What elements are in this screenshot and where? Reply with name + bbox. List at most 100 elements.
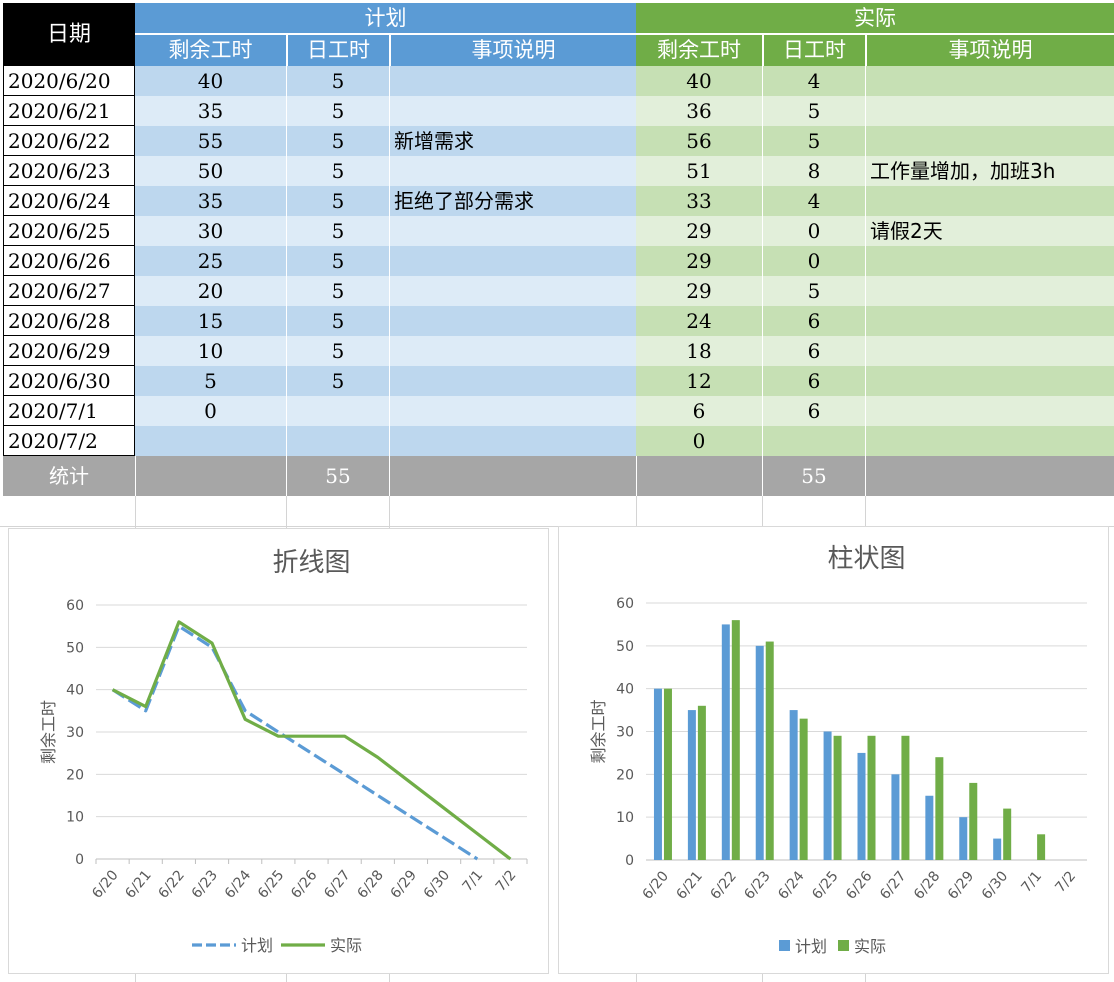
plan-remaining-cell[interactable]: 15 [135, 306, 286, 336]
actual-note-cell[interactable] [865, 336, 1114, 366]
actual-remaining-cell[interactable]: 6 [636, 396, 762, 426]
plan-daily-cell[interactable]: 5 [286, 276, 389, 306]
plan-daily-cell[interactable]: 5 [286, 186, 389, 216]
actual-remaining-cell[interactable]: 12 [636, 366, 762, 396]
actual-note-cell[interactable] [865, 186, 1114, 216]
actual-subheader-2[interactable]: 事项说明 [865, 33, 1114, 66]
plan-daily-cell[interactable] [286, 396, 389, 426]
actual-remaining-cell[interactable]: 18 [636, 336, 762, 366]
plan-daily-cell[interactable]: 5 [286, 126, 389, 156]
plan-remaining-cell[interactable]: 20 [135, 276, 286, 306]
actual-note-cell[interactable] [865, 426, 1114, 456]
plan-total-cell[interactable]: 55 [286, 456, 389, 496]
actual-remaining-cell[interactable]: 40 [636, 66, 762, 96]
actual-daily-cell[interactable]: 0 [762, 246, 865, 276]
plan-note-cell[interactable] [389, 156, 636, 186]
date-cell[interactable]: 2020/6/23 [3, 156, 135, 186]
actual-daily-cell[interactable]: 5 [762, 96, 865, 126]
plan-note-cell[interactable] [389, 66, 636, 96]
actual-subheader-1[interactable]: 日工时 [762, 33, 865, 66]
actual-note-cell[interactable] [865, 126, 1114, 156]
plan-note-cell[interactable] [389, 336, 636, 366]
plan-remaining-cell[interactable]: 50 [135, 156, 286, 186]
total-label-cell[interactable]: 统计 [3, 456, 135, 496]
plan-subheader-1[interactable]: 日工时 [286, 33, 389, 66]
actual-subheader-0[interactable]: 剩余工时 [636, 33, 762, 66]
actual-note-cell[interactable]: 工作量增加，加班3h [865, 156, 1114, 186]
actual-daily-cell[interactable]: 6 [762, 366, 865, 396]
actual-note-cell[interactable] [865, 306, 1114, 336]
actual-daily-cell[interactable]: 6 [762, 306, 865, 336]
actual-remaining-cell[interactable]: 29 [636, 216, 762, 246]
plan-daily-cell[interactable]: 5 [286, 96, 389, 126]
date-cell[interactable]: 2020/6/25 [3, 216, 135, 246]
actual-note-cell[interactable]: 请假2天 [865, 216, 1114, 246]
actual-note-cell[interactable] [865, 246, 1114, 276]
bar-chart[interactable]: 柱状图 0 10 20 30 40 50 60 剩余工时 6/20 6/21 6/22 6/23 6/24… [558, 526, 1109, 974]
plan-note-cell[interactable] [389, 276, 636, 306]
plan-note-cell[interactable] [389, 246, 636, 276]
plan-daily-cell[interactable] [286, 426, 389, 456]
total-empty-cell[interactable] [135, 456, 286, 496]
plan-subheader-2[interactable]: 事项说明 [389, 33, 636, 66]
plan-group-header[interactable]: 计划 [135, 3, 636, 33]
actual-daily-cell[interactable]: 4 [762, 66, 865, 96]
plan-remaining-cell[interactable]: 35 [135, 96, 286, 126]
date-cell[interactable]: 2020/7/1 [3, 396, 135, 426]
total-empty-cell[interactable] [389, 456, 636, 496]
plan-daily-cell[interactable]: 5 [286, 66, 389, 96]
plan-remaining-cell[interactable]: 40 [135, 66, 286, 96]
plan-daily-cell[interactable]: 5 [286, 306, 389, 336]
actual-note-cell[interactable] [865, 66, 1114, 96]
plan-remaining-cell[interactable]: 10 [135, 336, 286, 366]
plan-remaining-cell[interactable]: 5 [135, 366, 286, 396]
date-header-cell[interactable]: 日期 [3, 3, 135, 66]
actual-daily-cell[interactable]: 6 [762, 396, 865, 426]
date-cell[interactable]: 2020/6/20 [3, 66, 135, 96]
actual-group-header[interactable]: 实际 [636, 3, 1114, 33]
plan-note-cell[interactable] [389, 366, 636, 396]
date-cell[interactable]: 2020/6/28 [3, 306, 135, 336]
plan-remaining-cell[interactable] [135, 426, 286, 456]
plan-remaining-cell[interactable]: 55 [135, 126, 286, 156]
plan-daily-cell[interactable]: 5 [286, 216, 389, 246]
actual-remaining-cell[interactable]: 24 [636, 306, 762, 336]
plan-note-cell[interactable]: 新增需求 [389, 126, 636, 156]
plan-daily-cell[interactable]: 5 [286, 366, 389, 396]
actual-remaining-cell[interactable]: 51 [636, 156, 762, 186]
plan-note-cell[interactable] [389, 96, 636, 126]
actual-remaining-cell[interactable]: 56 [636, 126, 762, 156]
total-empty-cell[interactable] [636, 456, 762, 496]
plan-daily-cell[interactable]: 5 [286, 246, 389, 276]
plan-remaining-cell[interactable]: 0 [135, 396, 286, 426]
actual-daily-cell[interactable]: 6 [762, 336, 865, 366]
actual-remaining-cell[interactable]: 29 [636, 246, 762, 276]
date-cell[interactable]: 2020/6/27 [3, 276, 135, 306]
actual-daily-cell[interactable]: 4 [762, 186, 865, 216]
plan-note-cell[interactable] [389, 306, 636, 336]
plan-daily-cell[interactable]: 5 [286, 156, 389, 186]
date-cell[interactable]: 2020/6/24 [3, 186, 135, 216]
actual-note-cell[interactable] [865, 276, 1114, 306]
plan-note-cell[interactable] [389, 426, 636, 456]
date-cell[interactable]: 2020/7/2 [3, 426, 135, 456]
actual-remaining-cell[interactable]: 36 [636, 96, 762, 126]
actual-total-cell[interactable]: 55 [762, 456, 865, 496]
date-cell[interactable]: 2020/6/21 [3, 96, 135, 126]
plan-note-cell[interactable] [389, 396, 636, 426]
date-cell[interactable]: 2020/6/22 [3, 126, 135, 156]
actual-remaining-cell[interactable]: 33 [636, 186, 762, 216]
plan-daily-cell[interactable]: 5 [286, 336, 389, 366]
date-cell[interactable]: 2020/6/30 [3, 366, 135, 396]
actual-daily-cell[interactable] [762, 426, 865, 456]
plan-subheader-0[interactable]: 剩余工时 [135, 33, 286, 66]
plan-note-cell[interactable] [389, 216, 636, 246]
total-empty-cell[interactable] [865, 456, 1114, 496]
actual-remaining-cell[interactable]: 0 [636, 426, 762, 456]
actual-daily-cell[interactable]: 5 [762, 126, 865, 156]
date-cell[interactable]: 2020/6/26 [3, 246, 135, 276]
line-chart[interactable]: 折线图 0 10 20 30 40 50 60 剩余工时 6/20 6/21 6/22 6/23 6/24… [8, 528, 549, 974]
actual-daily-cell[interactable]: 0 [762, 216, 865, 246]
actual-daily-cell[interactable]: 5 [762, 276, 865, 306]
actual-daily-cell[interactable]: 8 [762, 156, 865, 186]
